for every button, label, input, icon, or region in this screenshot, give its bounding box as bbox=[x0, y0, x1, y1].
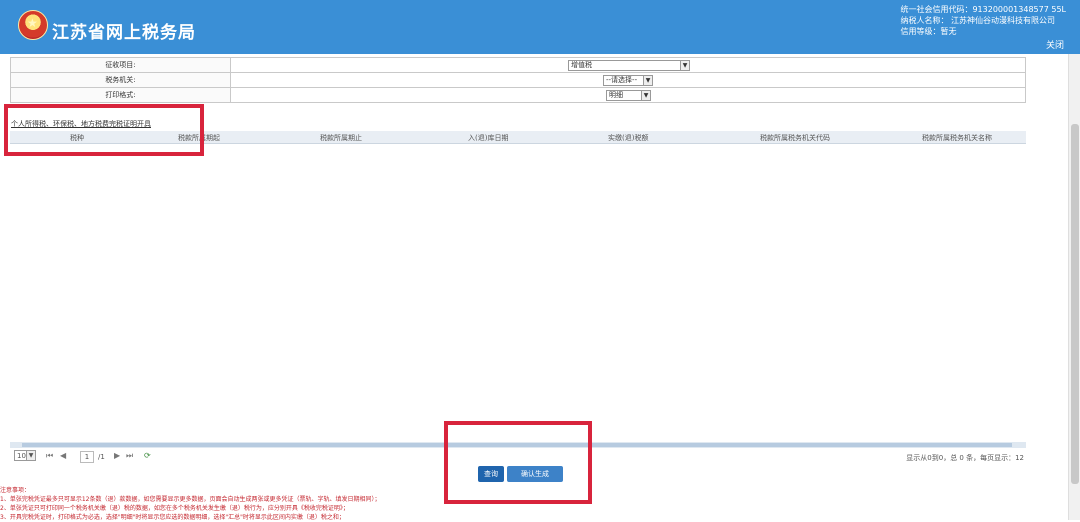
notice-section: 注意事项： 1、单张完税凭证最多只可显示12条数（退）款数据，如您需要显示更多数… bbox=[0, 486, 1060, 522]
scroll-thumb[interactable] bbox=[22, 443, 1012, 447]
notice-item: 3、开具完税凭证时，打印格式为必选，选择"明细"时将显示您应选的数据明细，选择"… bbox=[0, 514, 345, 521]
query-button[interactable]: 查询 bbox=[478, 466, 504, 482]
pagination-info: 显示从0到0，总 0 条，每页显示：12 bbox=[906, 454, 1024, 462]
next-page-icon[interactable]: ▶ bbox=[114, 451, 120, 460]
column-header: 税款所属期止 bbox=[320, 134, 362, 142]
total-pages: /1 bbox=[98, 453, 105, 461]
form-row-tax-authority: 税务机关: --请选择-- ▼ bbox=[10, 72, 1026, 88]
column-header: 实缴(退)税额 bbox=[608, 134, 649, 142]
app-title: 江苏省网上税务局 bbox=[52, 23, 196, 43]
notice-item: 1、单张完税凭证最多只可显示12条数（退）款数据，如您需要显示更多数据，页面会自… bbox=[0, 496, 381, 503]
collection-item-select[interactable]: 增值税 ▼ bbox=[568, 59, 690, 71]
column-header: 税款所属税务机关名称 bbox=[922, 134, 992, 142]
chevron-down-icon: ▼ bbox=[680, 60, 689, 70]
chevron-down-icon: ▼ bbox=[641, 90, 650, 100]
query-form: 征收项目: 增值税 ▼ 税务机关: --请选择-- ▼ 打印格式: 明细 ▼ bbox=[10, 57, 1026, 103]
notice-title: 注意事项： bbox=[0, 487, 31, 494]
refresh-icon[interactable]: ⟳ bbox=[144, 451, 151, 460]
taxpayer-name: 纳税人名称： 江苏神仙谷动漫科技有限公司 bbox=[900, 16, 1056, 25]
scroll-thumb[interactable] bbox=[1071, 124, 1079, 484]
form-label: 征收项目: bbox=[10, 57, 231, 73]
column-header: 税款所属税务机关代码 bbox=[760, 134, 830, 142]
chevron-down-icon: ▼ bbox=[643, 75, 652, 85]
form-label: 税务机关: bbox=[10, 72, 231, 88]
result-table-header: 税种 税款所属期起 税款所属期止 入(退)库日期 实缴(退)税额 税款所属税务机… bbox=[10, 131, 1026, 144]
taxpayer-info: 统一社会信用代码：913200001348577 55L 纳税人名称： 江苏神仙… bbox=[900, 4, 1066, 37]
credit-level: 信用等级：暂无 bbox=[900, 27, 957, 36]
vertical-scrollbar[interactable] bbox=[1068, 54, 1080, 520]
tax-emblem-icon: ★ bbox=[18, 10, 48, 40]
chevron-down-icon: ▼ bbox=[26, 451, 35, 460]
tax-authority-select[interactable]: --请选择-- ▼ bbox=[603, 74, 653, 86]
credit-code: 统一社会信用代码：913200001348577 55L bbox=[900, 5, 1066, 14]
print-format-select[interactable]: 明细 ▼ bbox=[606, 89, 651, 101]
page-size-select[interactable]: 10 ▼ bbox=[14, 450, 36, 461]
first-page-icon[interactable]: ⏮ bbox=[46, 451, 53, 461]
column-header: 入(退)库日期 bbox=[468, 134, 509, 142]
current-page-input[interactable]: 1 bbox=[80, 451, 94, 463]
close-link[interactable]: 关闭 bbox=[1046, 38, 1064, 51]
app-header: ★ 江苏省网上税务局 统一社会信用代码：913200001348577 55L … bbox=[0, 0, 1080, 54]
pagination-bar: 10 ▼ ⏮ ◀ 1 /1 ▶ ⏭ ⟳ 显示从0到0，总 0 条，每页显示：12 bbox=[14, 450, 1026, 464]
column-header: 税种 bbox=[70, 134, 84, 142]
form-row-print-format: 打印格式: 明细 ▼ bbox=[10, 87, 1026, 103]
last-page-icon[interactable]: ⏭ bbox=[126, 451, 133, 461]
column-header: 税款所属期起 bbox=[178, 134, 220, 142]
annotation-highlight-box bbox=[4, 104, 204, 156]
form-label: 打印格式: bbox=[10, 87, 231, 103]
form-row-collection-item: 征收项目: 增值税 ▼ bbox=[10, 57, 1026, 73]
certificate-type-link[interactable]: 个人所得税、环保税、地方税费完税证明开具 bbox=[11, 119, 151, 129]
horizontal-scrollbar[interactable] bbox=[10, 442, 1026, 448]
confirm-generate-button[interactable]: 确认生成 bbox=[507, 466, 563, 482]
notice-item: 2、单张凭证只可打印同一个税务机关缴（退）税的数据，如您在多个税务机关发生缴（退… bbox=[0, 505, 349, 512]
prev-page-icon[interactable]: ◀ bbox=[60, 451, 66, 460]
